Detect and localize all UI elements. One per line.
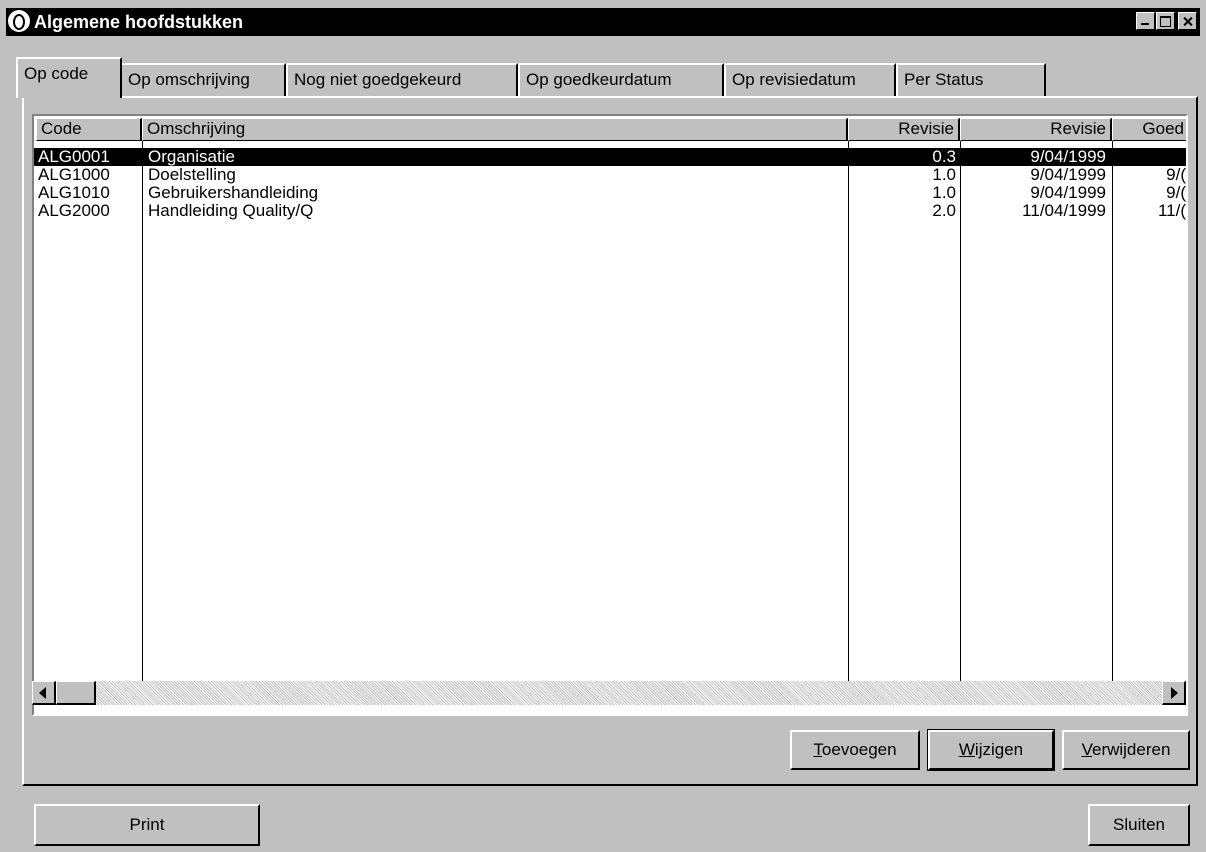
cell-revisie: 2.0 (932, 202, 956, 220)
wijzigen-button[interactable]: Wijzigen (927, 729, 1055, 771)
application-window: Algemene hoofdstukken Op code Op omschri… (0, 0, 1206, 852)
close-button[interactable] (1178, 12, 1197, 30)
cell-revisie: 1.0 (932, 166, 956, 184)
arrow-right-icon (1171, 687, 1178, 699)
column-divider (1112, 141, 1113, 681)
tab-per-status[interactable]: Per Status (896, 63, 1046, 96)
minimize-button[interactable] (1136, 12, 1155, 30)
cell-omschrijving: Organisatie (148, 148, 235, 166)
horizontal-scrollbar[interactable] (32, 681, 1186, 705)
app-icon[interactable] (8, 10, 30, 32)
table-row[interactable]: ALG1010 Gebruikershandleiding 1.0 9/04/1… (34, 184, 1186, 202)
cell-omschrijving: Gebruikershandleiding (148, 184, 319, 202)
tab-op-code[interactable]: Op code (16, 57, 122, 98)
table-row[interactable]: ALG1000 Doelstelling 1.0 9/04/1999 9/( (34, 166, 1186, 184)
table-row[interactable]: ALG0001 Organisatie 0.3 9/04/1999 (34, 148, 1186, 166)
column-header-revisiedatum[interactable]: Revisie (960, 118, 1112, 141)
cell-revisiedatum: 9/04/1999 (1030, 148, 1106, 166)
document-list[interactable]: Code Omschrijving Revisie Revisie Goed A… (32, 114, 1188, 716)
column-header-goed[interactable]: Goed (1112, 118, 1186, 141)
cell-revisiedatum: 9/04/1999 (1030, 184, 1106, 202)
maximize-button[interactable] (1156, 12, 1175, 30)
title-bar[interactable]: Algemene hoofdstukken (6, 8, 1200, 36)
table-row[interactable]: ALG2000 Handleiding Quality/Q 2.0 11/04/… (34, 202, 1186, 220)
column-divider (848, 141, 849, 681)
cell-code: ALG1000 (38, 166, 110, 184)
tab-nog-niet-goedgekeurd[interactable]: Nog niet goedgekeurd (286, 63, 518, 96)
column-divider (142, 141, 143, 681)
verwijderen-button[interactable]: Verwijderen (1062, 730, 1190, 770)
column-divider (960, 141, 961, 681)
tab-op-omschrijving[interactable]: Op omschrijving (120, 63, 286, 96)
cell-revisiedatum: 11/04/1999 (1022, 202, 1106, 220)
scroll-left-button[interactable] (32, 681, 56, 705)
cell-goed: 9/( (1166, 184, 1186, 202)
cell-code: ALG2000 (38, 202, 110, 220)
sluiten-button[interactable]: Sluiten (1088, 804, 1190, 846)
window-title: Algemene hoofdstukken (34, 12, 244, 32)
cell-code: ALG0001 (38, 148, 110, 166)
tab-op-goedkeurdatum[interactable]: Op goedkeurdatum (518, 63, 724, 96)
cell-revisie: 1.0 (932, 184, 956, 202)
arrow-left-icon (39, 687, 46, 699)
cell-revisiedatum: 9/04/1999 (1030, 166, 1106, 184)
scroll-thumb[interactable] (56, 681, 96, 705)
print-button[interactable]: Print (34, 804, 260, 846)
cell-revisie: 0.3 (932, 148, 956, 166)
cell-goed: 9/( (1166, 166, 1186, 184)
column-header-code[interactable]: Code (36, 118, 142, 141)
cell-goed: 11/( (1157, 202, 1186, 220)
tab-op-revisiedatum[interactable]: Op revisiedatum (724, 63, 896, 96)
cell-code: ALG1010 (38, 184, 110, 202)
cell-omschrijving: Doelstelling (148, 166, 236, 184)
column-header-omschrijving[interactable]: Omschrijving (142, 118, 848, 141)
column-header-revisie[interactable]: Revisie (848, 118, 960, 141)
toevoegen-button[interactable]: Toevoegen (790, 730, 920, 770)
scroll-right-button[interactable] (1162, 681, 1186, 705)
cell-omschrijving: Handleiding Quality/Q (148, 202, 314, 220)
